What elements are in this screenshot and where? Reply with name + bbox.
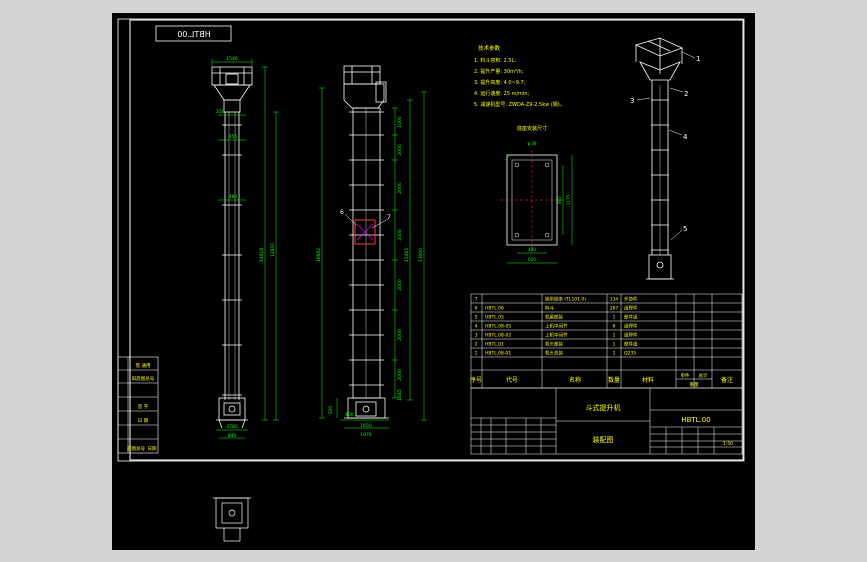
callout-iso-5: 5 — [683, 225, 687, 233]
bom-cell-code: HBTL.06 — [485, 306, 504, 312]
bom-cell-material: 部件组 — [624, 314, 638, 321]
dim-front-total-1: 14918 — [259, 248, 265, 262]
dim-detail-4: 620 — [528, 257, 536, 262]
bom-cell-code: HBTL.08-05 — [485, 324, 511, 330]
bom-cell-material: 部件组 — [624, 341, 638, 348]
dim-side-left-1: 320 — [328, 406, 334, 415]
bom-cell-qty: 6 — [613, 324, 616, 330]
bom-cell-qty: 1 — [613, 351, 616, 357]
dim-side-seg-8: 1645 — [397, 389, 403, 401]
drawing-type: 装配图 — [593, 435, 614, 444]
dim-side-bottom-2: 1650 — [360, 423, 372, 429]
callout-iso-3: 3 — [630, 97, 634, 105]
dim-front-mid-2: 480 — [229, 194, 238, 200]
bom-header-material: 材料 — [642, 376, 654, 384]
bom-cell-no: 6 — [475, 306, 478, 312]
bom-cell-material: 外协件 — [624, 296, 638, 303]
dim-detail-2: 1175 — [566, 194, 571, 205]
dim-detail-1: 860 — [557, 196, 562, 204]
dim-side-total-1: 16692 — [316, 248, 322, 262]
dim-side-total-3: 13000 — [418, 248, 424, 262]
bom-cell-material: 组焊件 — [624, 305, 638, 312]
bom-cell-code: HBTL.05 — [485, 315, 504, 321]
bom-header-qty: 数量 — [608, 376, 620, 384]
tech-param-1: 1. 料斗容积: 2.5L; — [474, 57, 516, 64]
bom-header-total: 总计 — [699, 372, 708, 379]
dim-front-top-width: 1546 — [226, 56, 238, 62]
callout-iso-4: 4 — [683, 133, 688, 141]
bom-cell-code: HBTL.01 — [485, 342, 504, 348]
bom-header-remark: 备注 — [721, 376, 733, 384]
bom-cell-no: 3 — [475, 333, 478, 339]
dim-side-seg-7: 2000 — [397, 369, 403, 381]
side-panel-row-5: 日 期 — [138, 418, 149, 424]
product-name: 斗式提升机 — [586, 403, 621, 412]
bom-cell-qty: 1 — [613, 342, 616, 348]
dim-side-seg-4: 2000 — [397, 229, 403, 241]
tech-param-2: 2. 提升产量: 30m³/h; — [474, 68, 524, 75]
bom-cell-material: 组焊件 — [624, 323, 638, 330]
bom-cell-material: Q235 — [624, 351, 636, 357]
dim-side-seg-1: 1000 — [397, 116, 403, 128]
dim-detail-top: φ 38 — [528, 141, 537, 146]
bom-cell-code: HBTL.08-01 — [485, 351, 511, 357]
bom-cell-qty: 267 — [610, 306, 619, 312]
side-panel-row-4: 签 字 — [138, 403, 149, 410]
bom-cell-no: 4 — [475, 324, 478, 330]
bom-cell-qty: 1 — [613, 333, 616, 339]
tech-param-4: 4. 运行速度: 25 m/min; — [474, 90, 530, 97]
drawing-area — [112, 13, 755, 550]
tech-param-3: 3. 提升高度: 4.0~9.7; — [474, 79, 526, 86]
bom-cell-name: 机尾部装 — [545, 314, 563, 321]
bom-header-weight: 重量 — [690, 381, 699, 388]
dim-front-head: 250 — [216, 109, 225, 115]
side-panel-row-1: 借 通用 — [136, 362, 151, 369]
bom-cell-name: 料斗 — [545, 305, 554, 312]
callout-side-6: 6 — [340, 209, 344, 216]
side-panel-row-7: 日期 — [148, 446, 157, 452]
bom-cell-name: 上机中间节 — [545, 323, 568, 330]
dim-front-bottom-1: 3780 — [226, 424, 238, 430]
bom-cell-name: 上机中间节 — [545, 332, 568, 339]
dim-side-total-2: 15465 — [404, 248, 410, 262]
bom-cell-name: 机头部装 — [545, 341, 563, 348]
bom-cell-code: HBTL.08-02 — [485, 333, 511, 339]
side-panel-row-2: 旧底图总号 — [132, 375, 155, 382]
bom-cell-qty: 1 — [613, 315, 616, 321]
bom-header-no: 序号 — [470, 376, 482, 384]
bom-cell-no: 7 — [475, 297, 478, 303]
bom-header-single: 单件 — [681, 372, 690, 379]
bom-cell-no: 1 — [475, 351, 478, 357]
bom-cell-qty: 134 — [610, 297, 619, 303]
callout-iso-2: 2 — [684, 90, 688, 98]
bom-header-name: 名称 — [569, 376, 581, 384]
tech-param-5: 5. 减速机型号: ZWDA-Z9-2.5kw (钢)。 — [474, 101, 565, 108]
dim-side-seg-5: 2000 — [397, 279, 403, 291]
cad-drawing-canvas[interactable]: HBTL.00 借 通用 旧底图总号 签 字 日 期 底图总号 日期 1546 … — [0, 0, 867, 562]
dim-front-total-2: 12800 — [270, 243, 276, 257]
bom-header-code: 代号 — [506, 376, 518, 384]
callout-iso-1: 1 — [696, 55, 700, 63]
dim-front-mid-1: 455 — [229, 134, 238, 140]
bom-cell-no: 5 — [475, 315, 478, 321]
detail-title: 底座安装尺寸 — [517, 125, 547, 132]
mirrored-drawing-number: HBTL.00 — [177, 30, 211, 39]
dim-side-seg-2: 2000 — [397, 144, 403, 156]
dim-side-seg-3: 2000 — [397, 182, 403, 194]
dim-side-bottom-3: 1976 — [360, 432, 372, 438]
bom-cell-name: 链带链条 (TL101.0) — [545, 296, 586, 303]
dim-front-bottom-2: 840 — [228, 433, 237, 439]
drawing-number: HBTL.00 — [681, 416, 710, 424]
side-panel-row-6: 底图总号 — [127, 445, 145, 452]
dim-side-bottom-1: 400 — [345, 412, 354, 418]
bom-cell-material: 组焊件 — [624, 332, 638, 339]
bom-cell-no: 2 — [475, 342, 478, 348]
scale: 1:50 — [723, 441, 733, 447]
dim-detail-3: 480 — [528, 247, 536, 252]
dim-side-seg-6: 2000 — [397, 329, 403, 341]
bom-cell-name: 机头总装 — [545, 350, 563, 357]
callout-side-7: 7 — [387, 214, 391, 221]
tech-params-title: 技术参数 — [478, 44, 501, 52]
